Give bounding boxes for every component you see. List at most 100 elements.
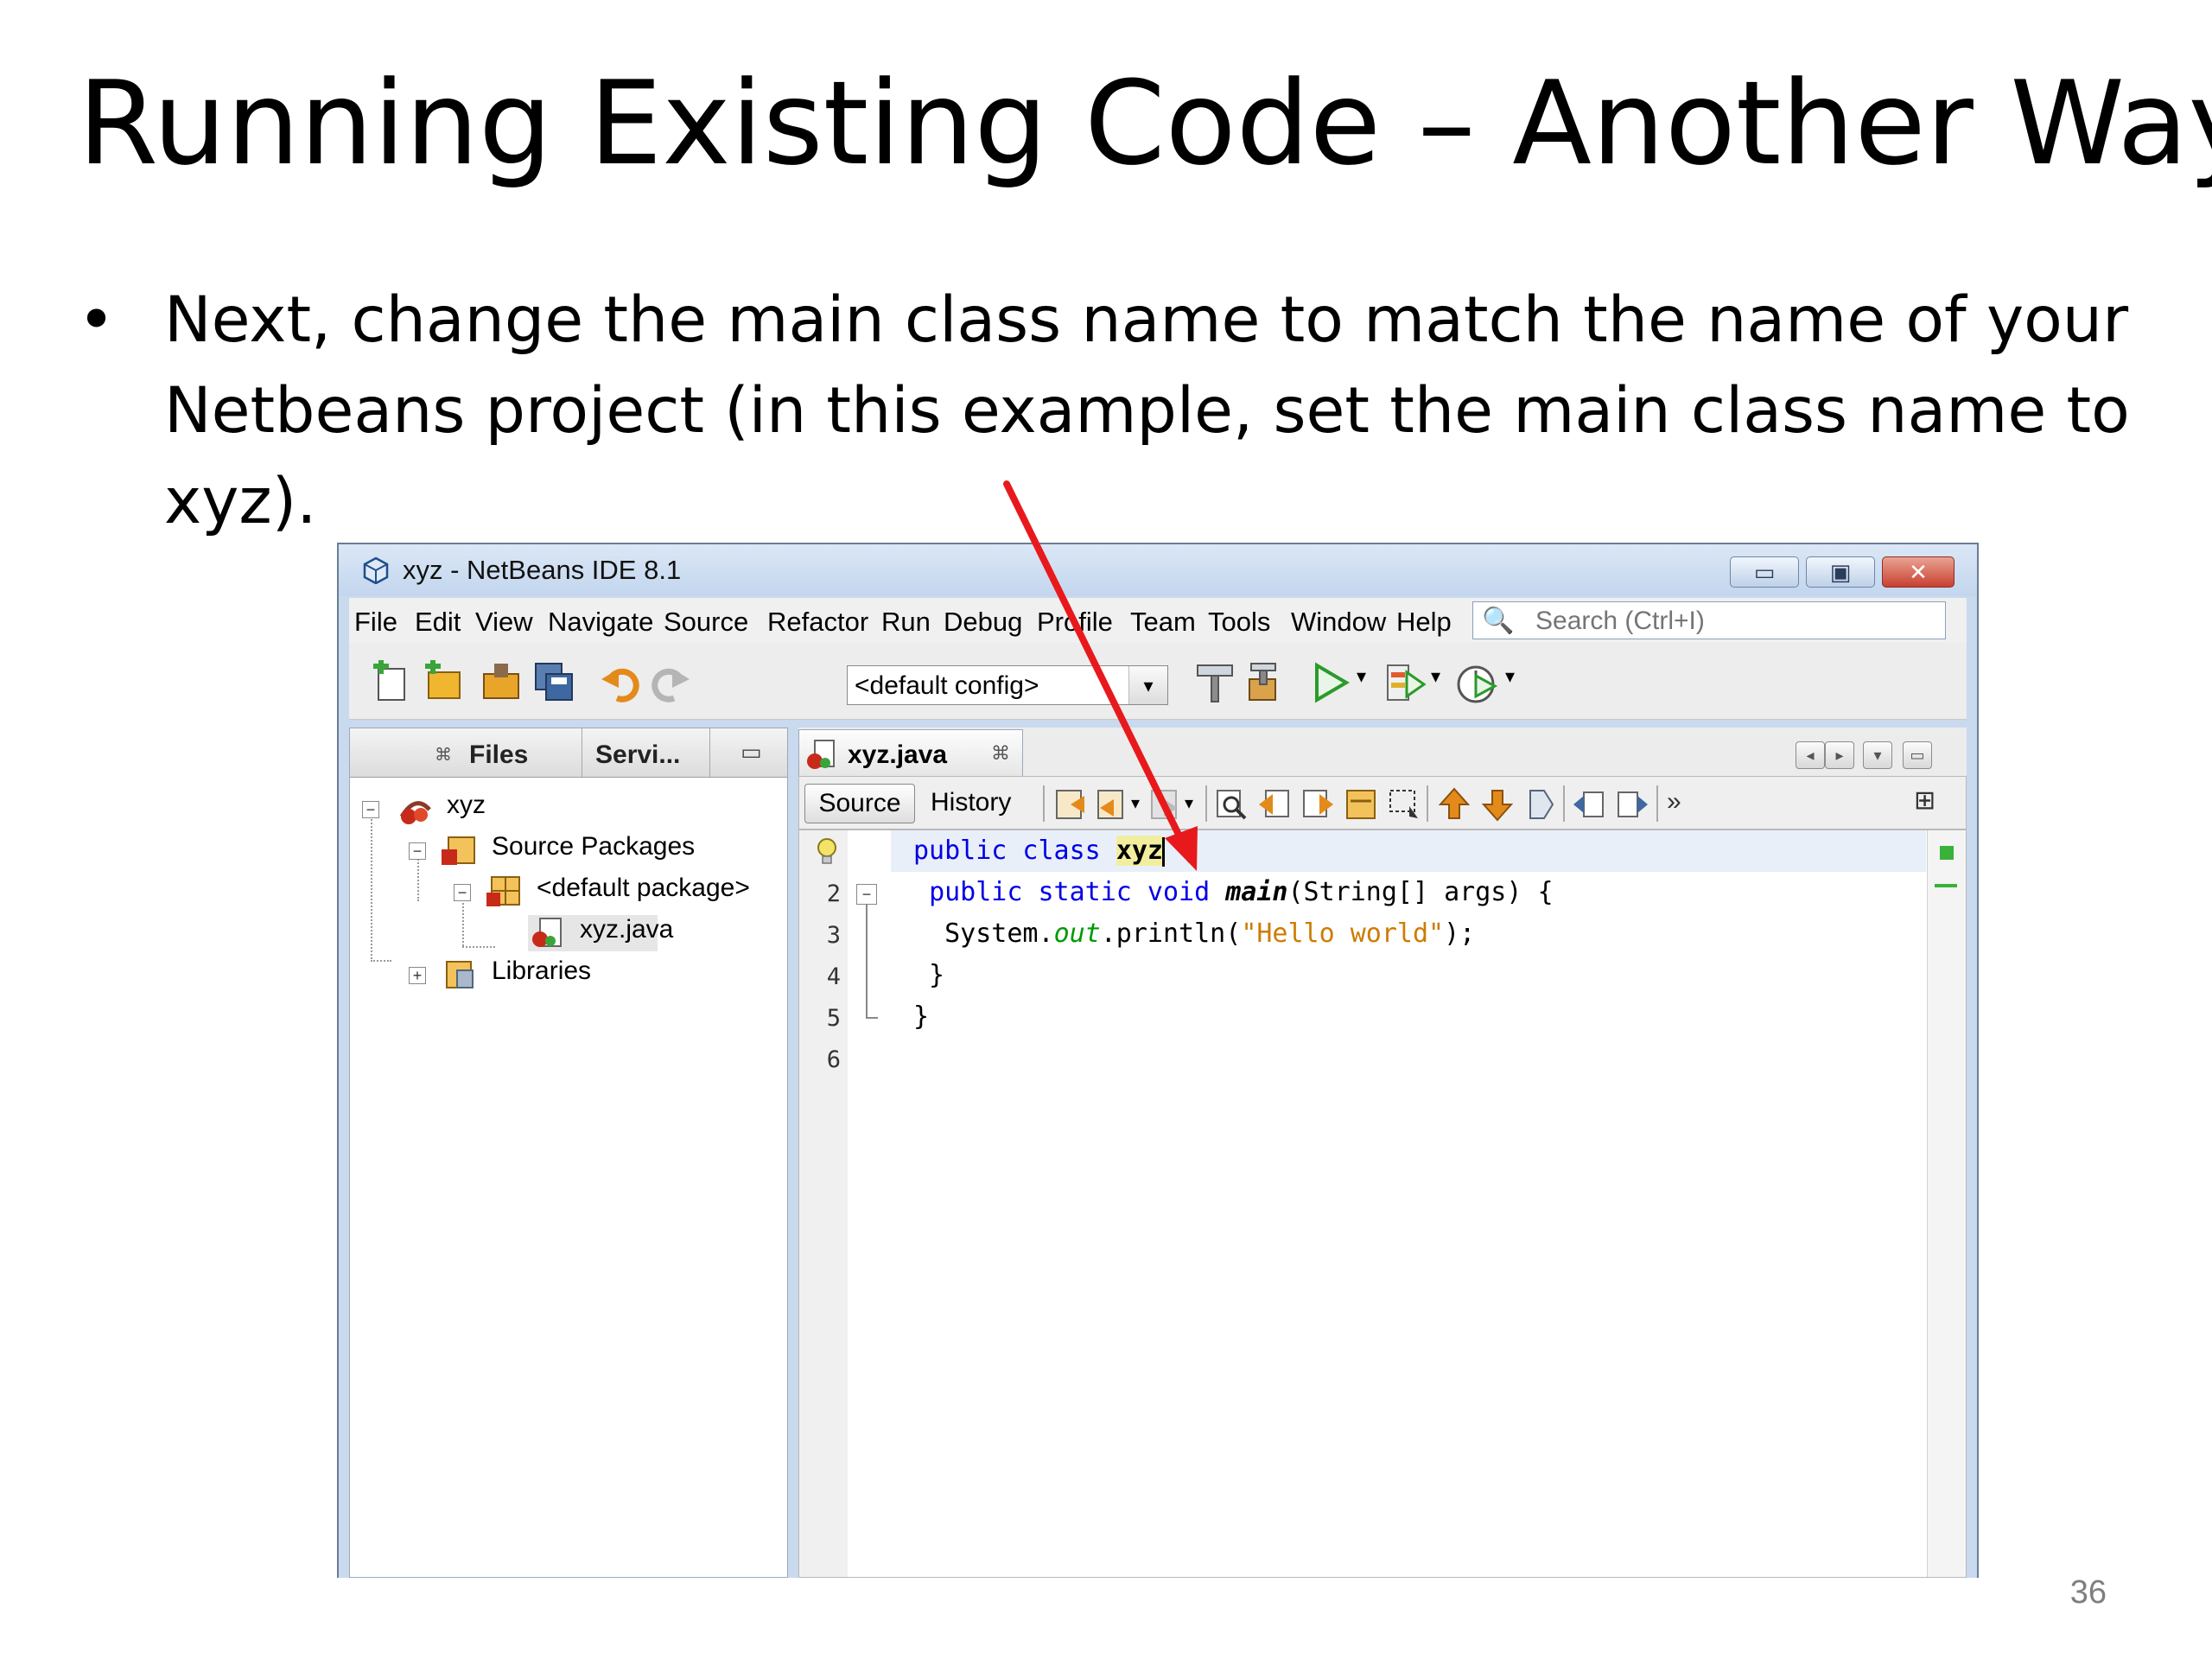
code-line-2: public static void main(String[] args) { (913, 877, 1553, 907)
tree-expander[interactable]: − (454, 884, 471, 901)
scroll-tabs-right-icon[interactable]: ▸ (1825, 741, 1854, 769)
menu-window[interactable]: Window (1291, 607, 1386, 638)
menu-profile[interactable]: Profile (1037, 607, 1113, 638)
undo-icon[interactable] (598, 660, 643, 705)
code-editor[interactable]: 2 3 4 5 6 − public class xyz { public st… (798, 830, 1967, 1578)
debug-project-icon[interactable] (1382, 660, 1427, 705)
bullet-symbol: • (78, 283, 116, 357)
annotation-mark[interactable] (1935, 884, 1957, 887)
package-folder-icon (442, 836, 475, 865)
close-icon: ✕ (1909, 559, 1928, 585)
panel-minimize-icon[interactable]: ▭ (741, 739, 762, 766)
toggle-bookmark-icon[interactable] (1523, 787, 1558, 822)
back-icon[interactable] (1095, 787, 1129, 822)
redo-icon[interactable] (648, 660, 693, 705)
last-edit-icon[interactable] (1053, 787, 1088, 822)
clean-build-icon[interactable] (1243, 660, 1287, 705)
forward-icon[interactable] (1148, 787, 1183, 822)
next-bookmark-icon[interactable] (1480, 787, 1515, 822)
maximize-button[interactable]: ▣ (1806, 556, 1875, 588)
scroll-tabs-left-icon[interactable]: ◂ (1796, 741, 1825, 769)
new-file-icon[interactable] (370, 660, 415, 705)
chevron-down-icon[interactable]: ▾ (1128, 666, 1167, 704)
back-dropdown-icon[interactable]: ▾ (1131, 792, 1140, 814)
search-input[interactable] (1534, 606, 1935, 637)
profile-project-icon[interactable] (1455, 660, 1500, 705)
maximize-editor-icon[interactable]: ▭ (1903, 741, 1932, 769)
libraries-icon (446, 961, 474, 988)
netbeans-cube-icon (363, 556, 389, 584)
find-next-icon[interactable] (1300, 787, 1335, 822)
no-errors-icon[interactable] (1940, 846, 1954, 860)
tab-history[interactable]: History (931, 784, 1026, 823)
code-line-4: } (913, 960, 945, 990)
split-editor-icon[interactable]: ⊞ (1914, 785, 1936, 816)
menu-source[interactable]: Source (664, 607, 748, 638)
menu-team[interactable]: Team (1130, 607, 1196, 638)
minimize-icon: ▭ (1753, 559, 1776, 585)
main-toolbar: <default config> ▾ ▾ ▾ ▾ (349, 643, 1967, 720)
tree-item-label: Source Packages (492, 832, 696, 861)
forward-dropdown-icon[interactable]: ▾ (1185, 792, 1193, 814)
projects-tab-close-icon[interactable]: ⌘ (435, 744, 452, 766)
search-box[interactable]: 🔍 (1472, 601, 1946, 639)
tree-expander[interactable]: − (409, 842, 426, 860)
menu-view[interactable]: View (475, 607, 533, 638)
tree-expander[interactable]: − (362, 801, 379, 818)
tree-item-label: xyz.java (580, 915, 674, 944)
code-keyword: public static void (929, 877, 1226, 907)
more-tools-icon[interactable]: » (1667, 787, 1681, 817)
shift-line-right-icon[interactable] (1615, 787, 1649, 822)
search-icon[interactable]: 🔍 (1482, 606, 1514, 636)
save-all-icon[interactable] (532, 660, 577, 705)
tree-item-xyz-java[interactable]: xyz.java (528, 915, 673, 951)
toolbar-separator (1043, 785, 1045, 822)
find-icon[interactable] (1214, 787, 1249, 822)
show-opened-documents-icon[interactable]: ▾ (1863, 741, 1892, 769)
previous-bookmark-icon[interactable] (1437, 787, 1471, 822)
code-folding-column: − (848, 830, 891, 1577)
editor-panel: xyz.java ⌘ ◂ ▸ ▾ ▭ Source History ▾ ▾ » … (798, 728, 1967, 1578)
debug-dropdown-icon[interactable]: ▾ (1431, 665, 1440, 688)
title-bar[interactable]: xyz - NetBeans IDE 8.1 ▭ ▣ ✕ (339, 544, 1977, 596)
code-text: .println( (1100, 918, 1242, 949)
menu-tools[interactable]: Tools (1208, 607, 1270, 638)
minimize-button[interactable]: ▭ (1730, 556, 1799, 588)
menu-file[interactable]: File (354, 607, 397, 638)
new-project-icon[interactable] (422, 660, 467, 705)
tab-close-icon[interactable]: ⌘ (991, 742, 1010, 765)
menu-refactor[interactable]: Refactor (767, 607, 868, 638)
close-button[interactable]: ✕ (1882, 556, 1955, 588)
tab-source[interactable]: Source (804, 784, 915, 823)
config-select[interactable]: <default config> ▾ (847, 665, 1168, 705)
code-text: { (1165, 836, 1197, 866)
toggle-rectangular-selection-icon[interactable] (1387, 787, 1421, 822)
hint-lightbulb-icon[interactable] (817, 837, 837, 867)
tree-expander[interactable]: + (409, 967, 426, 984)
profile-dropdown-icon[interactable]: ▾ (1505, 665, 1515, 688)
menu-help[interactable]: Help (1396, 607, 1452, 638)
menu-navigate[interactable]: Navigate (548, 607, 653, 638)
menu-run[interactable]: Run (881, 607, 931, 638)
build-hammer-icon[interactable] (1192, 660, 1237, 705)
find-previous-icon[interactable] (1257, 787, 1292, 822)
tab-divider (709, 728, 710, 777)
bullet-text: Next, change the main class name to matc… (164, 283, 2130, 538)
tree-connector (462, 946, 495, 948)
editor-tab-label: xyz.java (848, 741, 948, 769)
run-dropdown-icon[interactable]: ▾ (1357, 665, 1366, 688)
code-keyword: public class (913, 836, 1116, 866)
shift-line-left-icon[interactable] (1572, 787, 1606, 822)
tree-item-label: <default package> (537, 874, 750, 902)
code-fold-icon[interactable]: − (856, 884, 877, 905)
open-project-icon[interactable] (479, 660, 524, 705)
editor-tab-xyz-java[interactable]: xyz.java ⌘ (798, 729, 1023, 776)
menu-bar: File Edit View Navigate Source Refactor … (349, 598, 1967, 643)
tab-files[interactable]: Files (469, 741, 528, 770)
run-project-icon[interactable] (1308, 660, 1353, 705)
menu-edit[interactable]: Edit (415, 607, 461, 638)
code-text: System. (913, 918, 1054, 949)
menu-debug[interactable]: Debug (944, 607, 1022, 638)
toggle-highlight-icon[interactable] (1344, 787, 1378, 822)
tab-services[interactable]: Servi... (595, 741, 680, 770)
